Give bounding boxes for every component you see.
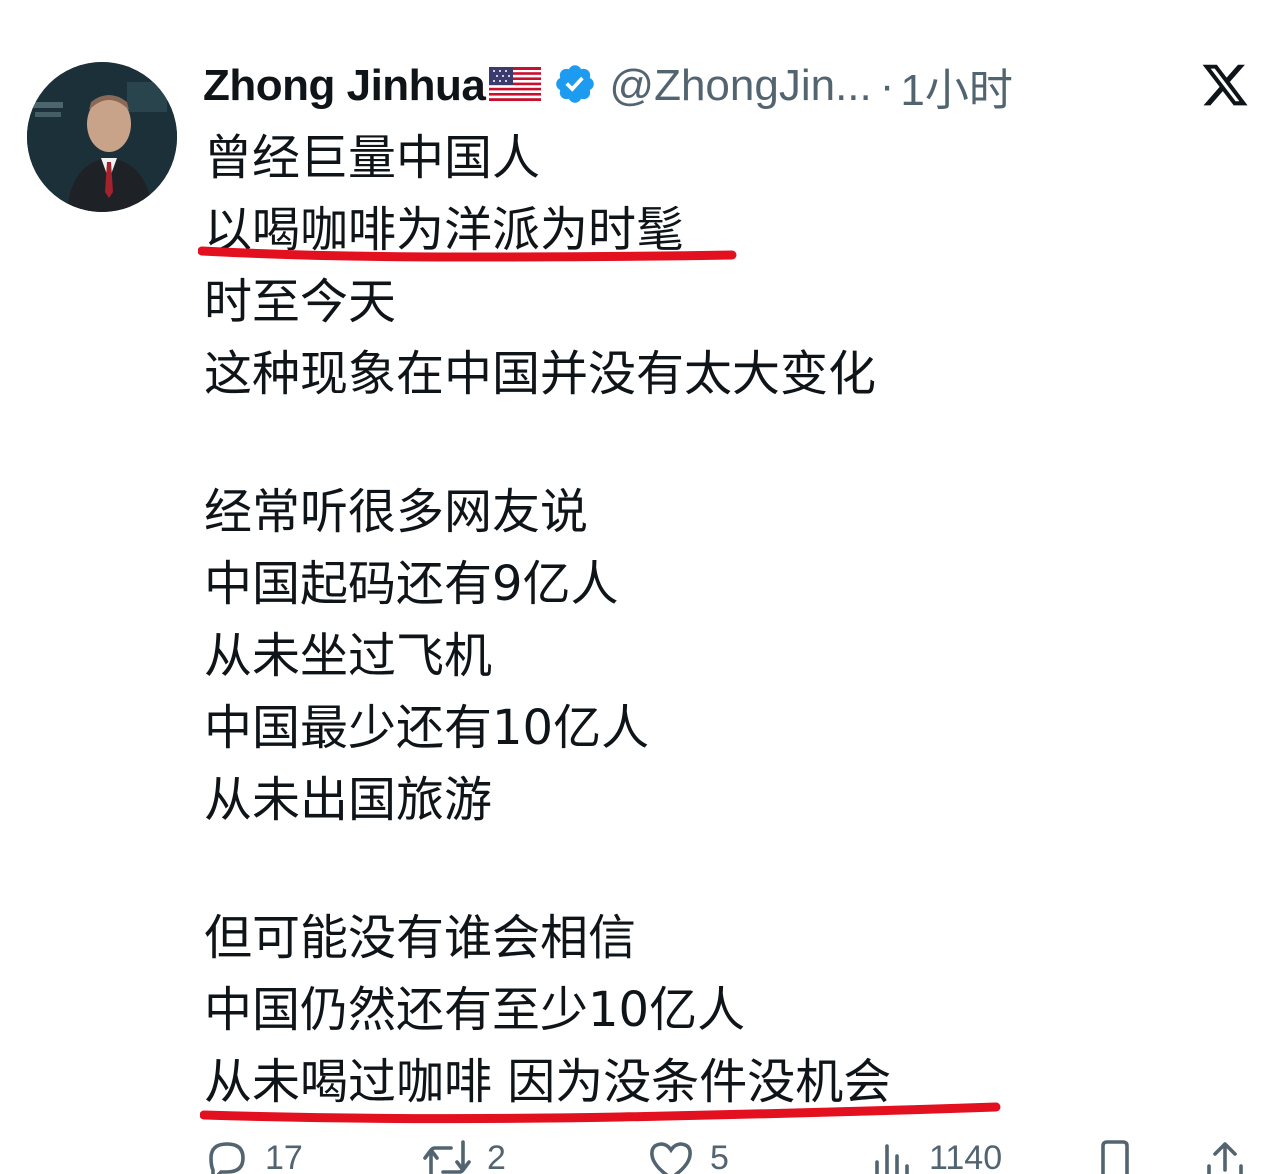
- tweet-header: Zhong Jinhua @ZhongJin... · 1小时: [203, 56, 1263, 116]
- tweet-actions: 17 2 5 1140: [203, 1138, 1263, 1174]
- bookmark-button[interactable]: [1093, 1138, 1137, 1174]
- red-underline-annotation: [197, 243, 738, 272]
- tweet-line-8: 中国最少还有10亿人: [204, 700, 650, 756]
- retweet-icon: [421, 1138, 473, 1174]
- avatar-portrait-icon: [27, 62, 177, 212]
- x-logo-icon[interactable]: [1199, 60, 1251, 115]
- tweet-line-9: 从未出国旅游: [204, 772, 493, 828]
- tweet-line-6: 中国起码还有9亿人: [204, 556, 619, 612]
- reply-icon: [203, 1138, 251, 1174]
- avatar[interactable]: [27, 62, 177, 212]
- retweet-count: 2: [487, 1139, 506, 1174]
- share-button[interactable]: [1203, 1138, 1247, 1174]
- tweet-time[interactable]: 1小时: [900, 54, 1012, 118]
- tweet-line-5: 经常听很多网友说: [204, 484, 589, 540]
- views-chart-icon: [871, 1138, 915, 1174]
- tweet-line-1: 曾经巨量中国人: [204, 130, 541, 186]
- tweet-line-11: 中国仍然还有至少10亿人: [204, 982, 746, 1038]
- like-button[interactable]: 5: [646, 1138, 729, 1174]
- separator-dot: ·: [879, 61, 895, 110]
- author-handle[interactable]: @ZhongJin...: [609, 61, 871, 111]
- heart-icon: [646, 1138, 696, 1174]
- us-flag-icon: [489, 66, 542, 106]
- share-icon: [1203, 1138, 1247, 1174]
- like-count: 5: [710, 1139, 729, 1174]
- tweet-line-7: 从未坐过飞机: [204, 628, 493, 684]
- retweet-button[interactable]: 2: [421, 1138, 506, 1174]
- views-count: 1140: [929, 1139, 1003, 1174]
- tweet-line-4: 这种现象在中国并没有太大变化: [204, 346, 877, 402]
- views-button[interactable]: 1140: [871, 1138, 1002, 1174]
- verified-badge-icon[interactable]: [553, 62, 597, 111]
- bookmark-icon: [1093, 1138, 1137, 1174]
- tweet-line-3: 时至今天: [204, 274, 397, 330]
- tweet-line-10: 但可能没有谁会相信: [204, 910, 637, 966]
- reply-count: 17: [265, 1139, 303, 1174]
- red-underline-annotation: [199, 1097, 1002, 1132]
- reply-button[interactable]: 17: [203, 1138, 303, 1174]
- tweet-view: Zhong Jinhua @ZhongJin... · 1小时 曾经巨量中国人 …: [0, 0, 1283, 1174]
- author-name[interactable]: Zhong Jinhua: [203, 61, 486, 111]
